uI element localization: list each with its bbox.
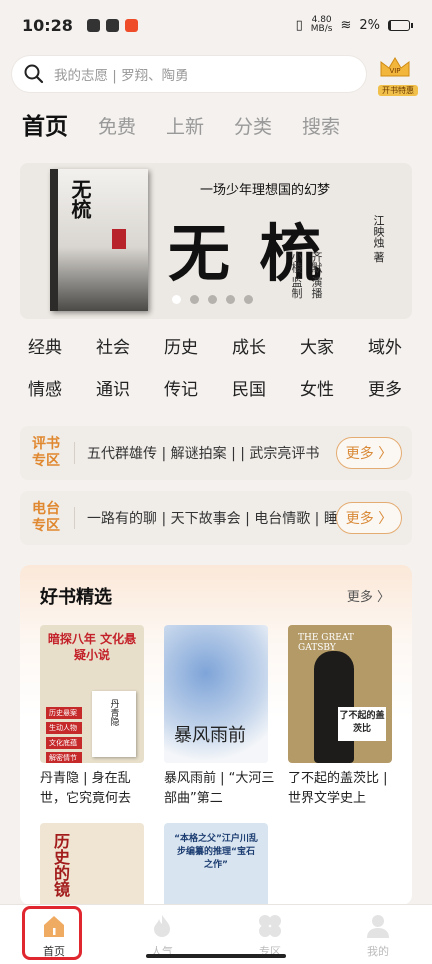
banner-credit-narrator: 齐默 演播 bbox=[310, 251, 323, 299]
book-cover-art: 丹青隐 bbox=[92, 691, 136, 757]
carousel-dot[interactable] bbox=[190, 295, 199, 304]
banner-slogan: 一场少年理想国的幻梦 bbox=[200, 183, 331, 198]
category-grid: 经典 社会 历史 成长 大家 域外 情感 通识 传记 民国 女性 更多 bbox=[28, 338, 418, 400]
message-icon bbox=[86, 18, 100, 32]
selection-highlight bbox=[22, 906, 82, 960]
carousel-dot[interactable] bbox=[172, 295, 181, 304]
battery-icon bbox=[388, 19, 413, 31]
top-tabs: 首页 免费 上新 分类 搜索 bbox=[22, 108, 370, 146]
wifi-icon: ≋ bbox=[340, 17, 352, 33]
svg-text:VIP: VIP bbox=[389, 67, 400, 75]
category-society[interactable]: 社会 bbox=[96, 338, 164, 358]
pingshu-zone[interactable]: 评书专区 五代群雄传 | 解谜拍案 | | 武宗亮评书 更多 〉 bbox=[20, 426, 412, 480]
nav-mine-label: 我的 bbox=[367, 945, 389, 958]
category-biography[interactable]: 传记 bbox=[164, 380, 232, 400]
carousel-dot[interactable] bbox=[244, 295, 253, 304]
tab-category[interactable]: 分类 bbox=[234, 108, 272, 146]
battery-text: 2% bbox=[359, 17, 380, 33]
category-history[interactable]: 历史 bbox=[164, 338, 232, 358]
book-cover[interactable]: 暴风雨前 bbox=[164, 625, 268, 763]
pingshu-badge: 评书专区 bbox=[32, 436, 60, 469]
radio-zone[interactable]: 电台专区 一路有的聊 | 天下故事会 | 电台情歌 | 睡 更多 〉 bbox=[20, 491, 412, 545]
grid-icon bbox=[259, 915, 281, 937]
tab-search[interactable]: 搜索 bbox=[302, 108, 340, 146]
book-caption[interactable]: 丹青隐 | 身在乱世，它究竟何去 bbox=[40, 769, 152, 809]
category-emotion[interactable]: 情感 bbox=[28, 380, 96, 400]
book-caption[interactable]: 了不起的盖茨比 | 世界文学史上 bbox=[288, 769, 400, 809]
crown-icon: VIP bbox=[380, 57, 410, 77]
section-title: 好书精选 bbox=[40, 587, 112, 608]
status-bar: 10:28 ▯ 4.80 MB/s ≋ 2% bbox=[0, 0, 432, 50]
status-time: 10:28 bbox=[22, 15, 73, 35]
good-books-section: 好书精选 更多 〉 暗探八年 文化悬疑小说 历史悬案 生动人物 文化底蕴 解密情… bbox=[20, 565, 412, 905]
search-bar[interactable]: 我的志愿 | 罗翔、陶勇 bbox=[12, 56, 366, 92]
carousel-dot[interactable] bbox=[226, 295, 235, 304]
banner-book-cover: 无梳 bbox=[50, 169, 148, 311]
promo-banner[interactable]: 无梳 一场少年理想国的幻梦 无 梳 江映烛 著 小棱 监制 齐默 演播 bbox=[20, 163, 412, 319]
category-republic[interactable]: 民国 bbox=[232, 380, 300, 400]
carousel-dot[interactable] bbox=[208, 295, 217, 304]
book-item[interactable]: 暴风雨前 暴风雨前 | “大河三部曲”第二 bbox=[164, 625, 274, 809]
book-cover[interactable]: “本格之父”江户川乱步编纂的推理“宝石之作” bbox=[164, 823, 268, 905]
category-foreign[interactable]: 域外 bbox=[368, 338, 432, 358]
category-more[interactable]: 更多 bbox=[368, 380, 432, 400]
book-cover[interactable]: 历史的镜 bbox=[40, 823, 144, 905]
book-item[interactable]: “本格之父”江户川乱步编纂的推理“宝石之作” bbox=[164, 823, 268, 905]
banner-credit-supervisor: 小棱 监制 bbox=[290, 251, 303, 299]
book-cover[interactable]: THE GREAT GATSBY 了不起的盖茨比 bbox=[288, 625, 392, 763]
search-icon bbox=[24, 64, 44, 84]
status-right: ▯ 4.80 MB/s ≋ 2% bbox=[295, 15, 413, 34]
book-item[interactable]: 历史的镜 bbox=[40, 823, 144, 905]
vibrate-icon: ▯ bbox=[295, 17, 303, 33]
vip-button[interactable]: VIP 开书特惠 bbox=[378, 56, 418, 96]
carousel-dots bbox=[172, 295, 253, 304]
book-cover[interactable]: 暗探八年 文化悬疑小说 历史悬案 生动人物 文化底蕴 解密情节 丹青隐 bbox=[40, 625, 144, 763]
category-general[interactable]: 通识 bbox=[96, 380, 164, 400]
radio-badge: 电台专区 bbox=[32, 501, 60, 534]
book-cover-title: 暴风雨前 bbox=[174, 725, 246, 746]
book-cover-label: 了不起的盖茨比 bbox=[338, 707, 386, 741]
category-growth[interactable]: 成长 bbox=[232, 338, 300, 358]
search-placeholder: 我的志愿 | 罗翔、陶勇 bbox=[54, 68, 189, 84]
category-women[interactable]: 女性 bbox=[300, 380, 368, 400]
book-cover-title: 暗探八年 文化悬疑小说 bbox=[47, 632, 137, 662]
app-notification-icon bbox=[124, 18, 138, 32]
radio-more-button[interactable]: 更多 〉 bbox=[336, 502, 402, 534]
banner-author: 江映烛 著 bbox=[372, 215, 385, 263]
book-cover-title: THE GREAT GATSBY bbox=[298, 633, 354, 653]
red-seal bbox=[112, 229, 126, 249]
pingshu-more-button[interactable]: 更多 〉 bbox=[336, 437, 402, 469]
pingshu-text[interactable]: 五代群雄传 | 解谜拍案 | | 武宗亮评书 bbox=[87, 443, 337, 463]
book-cover-tags: 历史悬案 生动人物 文化底蕴 解密情节 bbox=[46, 707, 82, 763]
tiktok-icon bbox=[105, 18, 119, 32]
flame-icon bbox=[154, 915, 170, 937]
good-books-more-button[interactable]: 更多 〉 bbox=[347, 586, 390, 605]
category-classic[interactable]: 经典 bbox=[28, 338, 96, 358]
book-item[interactable]: 暗探八年 文化悬疑小说 历史悬案 生动人物 文化底蕴 解密情节 丹青隐 丹青隐 … bbox=[40, 625, 144, 809]
book-caption[interactable]: 暴风雨前 | “大河三部曲”第二 bbox=[164, 769, 276, 809]
vip-label: 开书特惠 bbox=[378, 85, 418, 96]
home-indicator[interactable] bbox=[146, 954, 286, 958]
person-icon bbox=[367, 915, 389, 938]
nav-mine[interactable]: 我的 bbox=[324, 905, 432, 964]
radio-text[interactable]: 一路有的聊 | 天下故事会 | 电台情歌 | 睡 bbox=[87, 508, 337, 528]
tab-home[interactable]: 首页 bbox=[22, 108, 68, 146]
net-speed: 4.80 MB/s bbox=[310, 15, 333, 34]
category-masters[interactable]: 大家 bbox=[300, 338, 368, 358]
book-item[interactable]: THE GREAT GATSBY 了不起的盖茨比 了不起的盖茨比 | 世界文学史… bbox=[288, 625, 392, 809]
book-cover-title: “本格之父”江户川乱步编纂的推理“宝石之作” bbox=[174, 834, 258, 870]
book-cover-title: 历史的镜 bbox=[51, 833, 70, 897]
banner-cover-title: 无梳 bbox=[68, 179, 92, 219]
tab-new[interactable]: 上新 bbox=[166, 108, 204, 146]
tab-free[interactable]: 免费 bbox=[98, 108, 136, 146]
